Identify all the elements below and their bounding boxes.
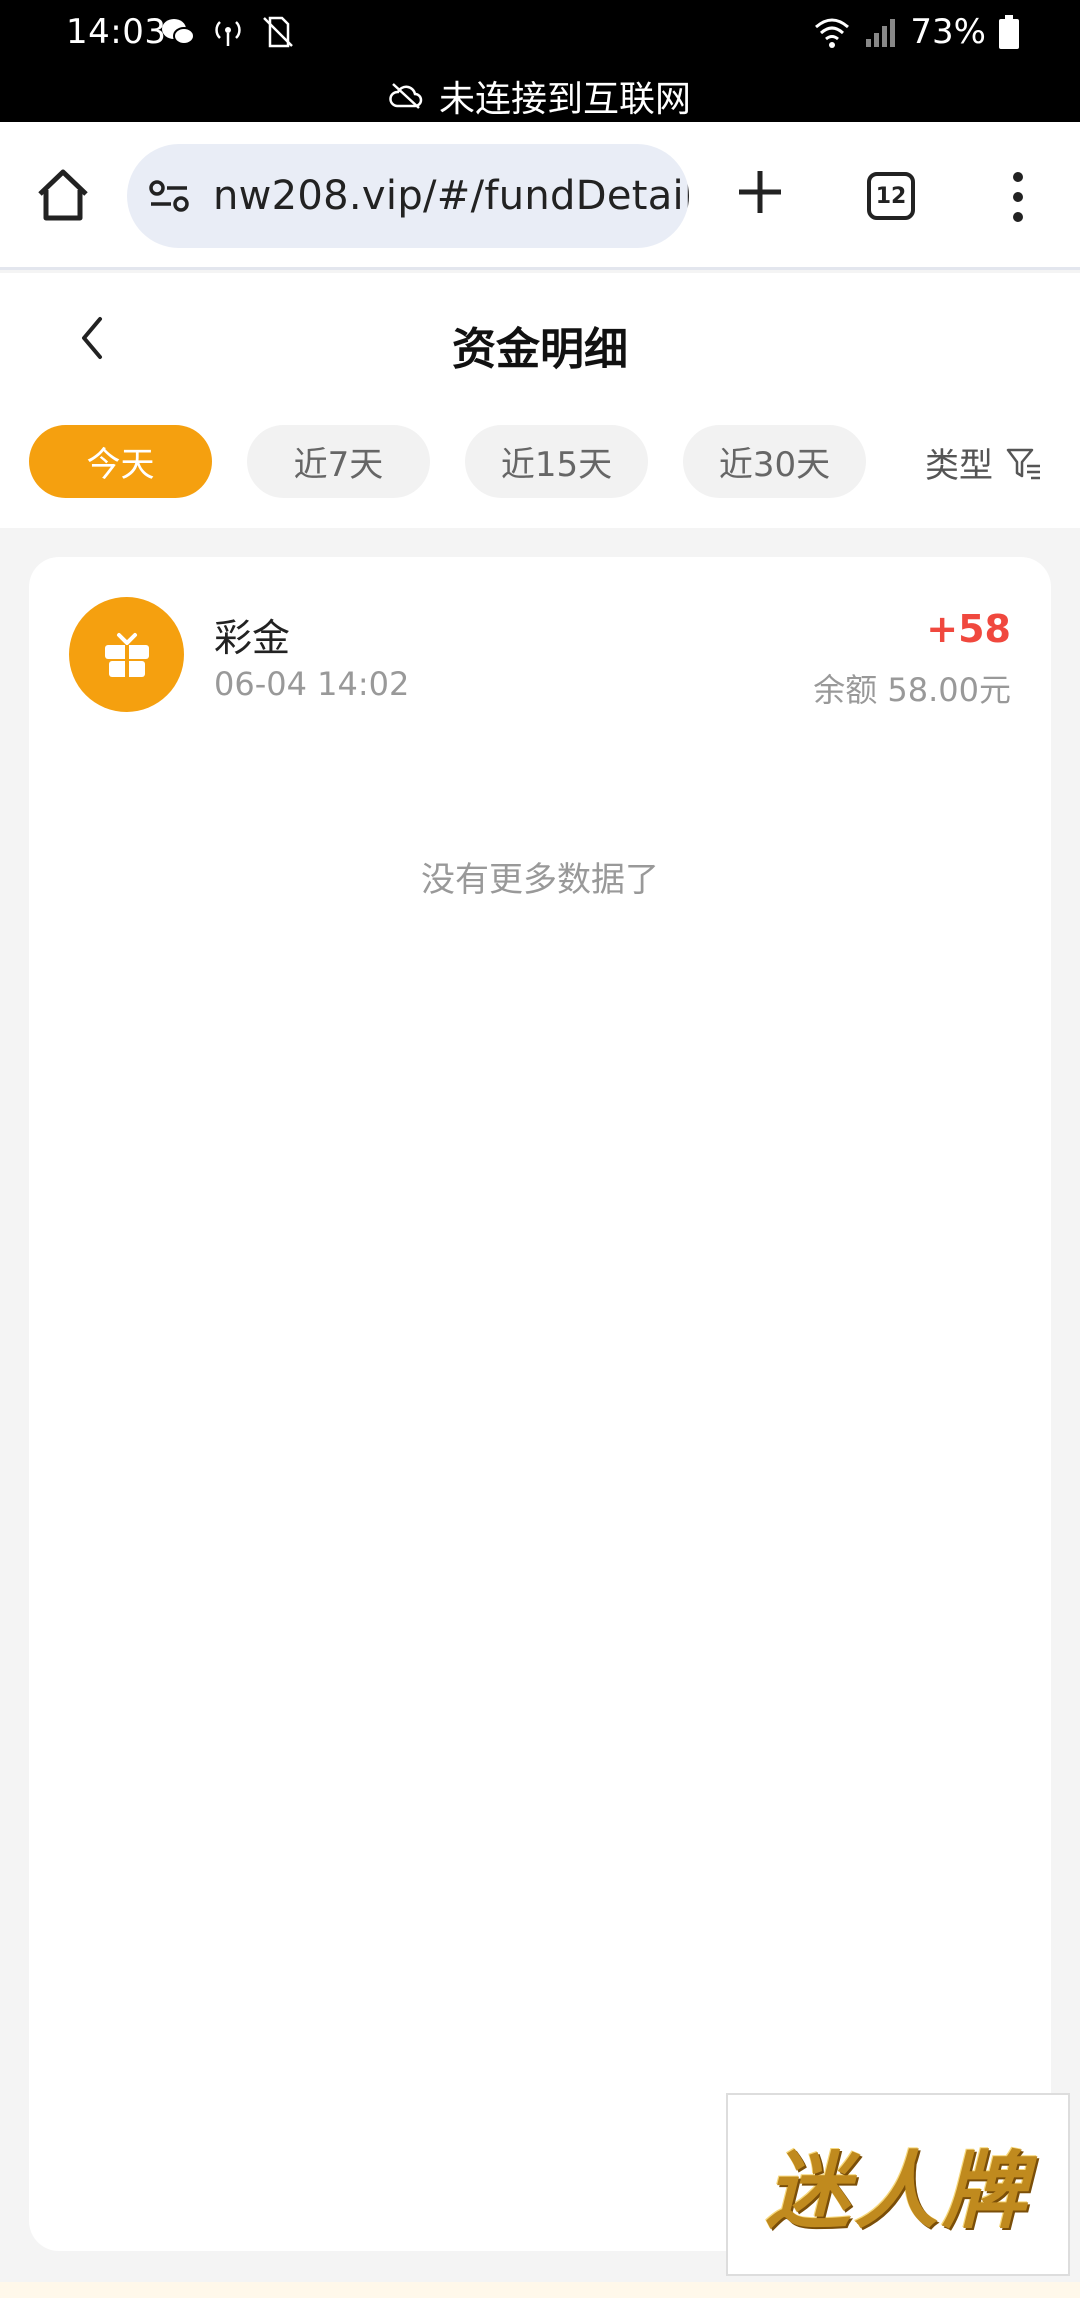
record-time: 06-04 14:02 <box>214 665 410 703</box>
cloud-off-icon <box>389 83 423 109</box>
list-item[interactable]: 彩金 06-04 14:02 +58 余额 58.00元 <box>69 597 1011 713</box>
browser-toolbar: nw208.vip/#/fundDetail 12 <box>0 122 1080 270</box>
type-filter-label: 类型 <box>925 446 993 486</box>
filter-chip-15days[interactable]: 近15天 <box>465 425 648 498</box>
page-title: 资金明细 <box>452 324 628 375</box>
type-filter-button[interactable]: 类型 <box>925 438 1043 487</box>
filter-chip-today[interactable]: 今天 <box>29 425 212 498</box>
brand-logo: 迷人牌 <box>726 2093 1070 2276</box>
bottom-strip <box>0 2282 1080 2298</box>
signal-icon <box>866 19 896 47</box>
status-left-icons <box>160 14 296 50</box>
hotspot-icon <box>215 21 241 46</box>
status-bar: 14:03 73% 未连接到互联网 <box>0 0 1080 122</box>
offline-banner: 未连接到互联网 <box>0 70 1080 122</box>
tab-switcher-button[interactable]: 12 <box>867 172 915 220</box>
home-icon[interactable] <box>34 166 92 224</box>
record-amount: +58 <box>926 607 1011 651</box>
site-settings-icon[interactable] <box>147 174 191 218</box>
address-bar[interactable]: nw208.vip/#/fundDetail <box>127 144 689 248</box>
filter-chip-7days[interactable]: 近7天 <box>247 425 430 498</box>
new-tab-icon[interactable] <box>735 167 785 217</box>
date-filter-chips: 今天 近7天 近15天 近30天 <box>29 425 866 498</box>
more-menu-icon[interactable] <box>1008 170 1028 224</box>
gift-icon <box>69 597 184 712</box>
filter-icon <box>1006 448 1040 479</box>
brand-logo-text: 迷人牌 <box>765 2141 1030 2240</box>
back-arrow-icon[interactable] <box>72 313 112 363</box>
offline-text: 未连接到互联网 <box>438 79 691 120</box>
status-right-icons: 73% <box>812 12 1020 52</box>
wechat-icon <box>162 19 195 45</box>
record-balance: 余额 58.00元 <box>813 671 1011 709</box>
battery-percent: 73% <box>910 12 986 52</box>
wifi-icon <box>815 18 850 48</box>
fund-record-list: 彩金 06-04 14:02 +58 余额 58.00元 没有更多数据了 <box>29 557 1051 2251</box>
record-title: 彩金 <box>214 616 291 660</box>
status-time: 14:03 <box>66 12 167 52</box>
page-header: 资金明细 今天 近7天 近15天 近30天 类型 <box>0 273 1080 528</box>
battery-icon <box>999 15 1019 49</box>
url-text[interactable]: nw208.vip/#/fundDetail <box>213 173 689 219</box>
no-sim-icon <box>263 16 293 48</box>
filter-chip-30days[interactable]: 近30天 <box>683 425 866 498</box>
no-more-data-text: 没有更多数据了 <box>421 860 659 900</box>
